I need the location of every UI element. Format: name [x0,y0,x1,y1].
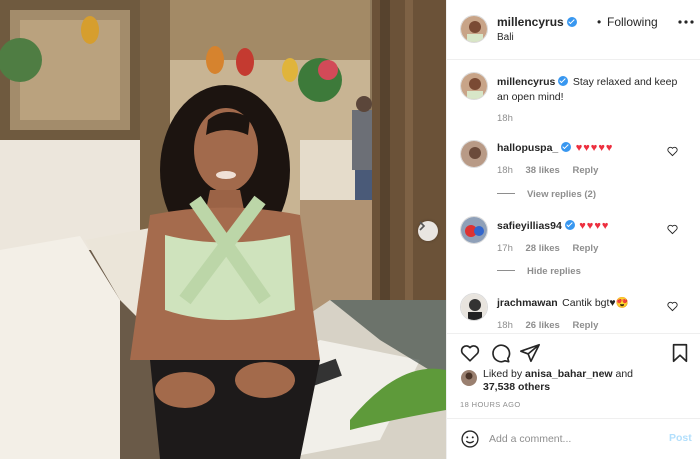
bookmark-icon[interactable] [669,342,691,364]
hide-replies-button[interactable]: Hide replies [497,266,581,277]
comment-likes[interactable]: 28 likes [526,243,560,254]
comment-item: jrachmawan Cantik bgt♥😍 [497,295,687,310]
post-details-panel: millencyrus • Following Bali millencyrus… [446,0,700,459]
replies-dash [497,270,515,271]
liked-by-avatar[interactable] [461,370,477,386]
share-icon[interactable] [519,342,541,364]
chevron-right-icon [419,221,426,231]
verified-badge-icon [561,142,572,152]
author-avatar[interactable] [460,15,488,43]
likes-summary: Liked by anisa_bahar_new and 37,538 othe… [483,368,683,394]
like-comment-heart-icon[interactable] [667,301,678,312]
comment-username[interactable]: safieyillias94 [497,220,562,232]
likes-prefix: Liked by [483,368,523,380]
liked-by-user[interactable]: anisa_bahar_new [525,368,613,380]
likes-conjunction: and [615,368,634,380]
likes-others-link[interactable]: 37,538 others [483,381,550,393]
comment-meta: 18h 26 likes Reply [497,320,608,331]
post-comment-button[interactable]: Post [669,432,692,444]
comment-meta: 18h 38 likes Reply [497,165,608,176]
comment-text: ♥♥♥♥♥ [575,142,614,154]
replies-dash [497,193,515,194]
heart-icon[interactable] [459,342,481,364]
location-link[interactable]: Bali [497,32,514,43]
post-photo[interactable] [0,0,446,459]
smiley-icon[interactable] [460,429,480,449]
reply-button[interactable]: Reply [572,243,598,254]
comment-meta: 17h 28 likes Reply [497,243,608,254]
comment-text: Cantik bgt♥😍 [562,297,629,309]
comment-age[interactable]: 18h [497,320,513,331]
comment-username[interactable]: hallopuspa_ [497,142,558,154]
reply-button[interactable]: Reply [572,320,598,331]
separator-dot: • [597,15,602,29]
caption-avatar[interactable] [460,72,488,100]
like-comment-heart-icon[interactable] [667,146,678,157]
hide-replies-label: Hide replies [527,266,581,277]
author-username-text[interactable]: millencyrus [497,15,564,29]
reply-button[interactable]: Reply [572,165,598,176]
post-header: millencyrus • Following Bali [447,0,700,60]
comment-input[interactable] [489,430,649,448]
comment-age[interactable]: 17h [497,243,513,254]
comment-icon[interactable] [489,342,511,364]
caption-age[interactable]: 18h [497,113,513,124]
following-button[interactable]: Following [607,15,658,29]
comment-item: safieyillias94 ♥♥♥♥ [497,218,687,233]
caption: millencyrus Stay relaxed and keep an ope… [497,74,687,104]
like-comment-heart-icon[interactable] [667,224,678,235]
verified-badge-icon [566,17,577,27]
view-replies-button[interactable]: View replies (2) [497,189,596,200]
comment-avatar[interactable] [460,216,488,244]
author-username[interactable]: millencyrus [497,15,577,29]
next-photo-button[interactable] [418,221,438,241]
caption-meta: 18h [497,113,523,124]
more-options-icon[interactable] [677,17,695,27]
comment-avatar[interactable] [460,293,488,321]
comment-likes[interactable]: 38 likes [526,165,560,176]
comments-list[interactable]: millencyrus Stay relaxed and keep an ope… [447,61,700,333]
comment-likes[interactable]: 26 likes [526,320,560,331]
post-image [0,0,446,459]
verified-badge-icon [564,220,575,230]
post-timestamp[interactable]: 18 HOURS AGO [460,400,521,409]
caption-username[interactable]: millencyrus [497,76,555,88]
view-replies-label: View replies (2) [527,189,596,200]
comment-avatar[interactable] [460,140,488,168]
add-comment-bar: Post [447,418,700,459]
comment-text: ♥♥♥♥ [579,220,610,232]
comment-username[interactable]: jrachmawan [497,297,558,309]
comment-item: hallopuspa_ ♥♥♥♥♥ [497,140,687,155]
post-actions: Liked by anisa_bahar_new and 37,538 othe… [447,333,700,393]
verified-badge-icon [558,76,569,86]
comment-age[interactable]: 18h [497,165,513,176]
